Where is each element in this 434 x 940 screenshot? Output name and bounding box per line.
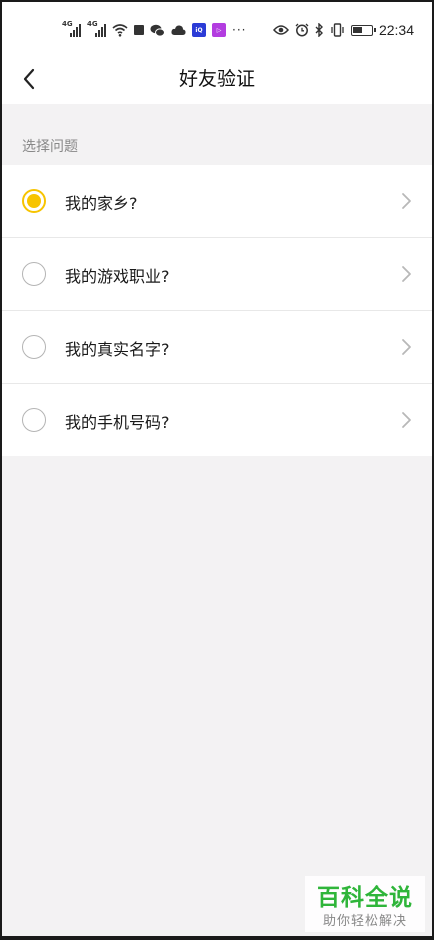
signal-icon: 4G [87, 20, 106, 37]
question-option[interactable]: 我的家乡? [2, 165, 432, 238]
question-label: 我的游戏职业? [65, 267, 170, 286]
chevron-right-icon [402, 339, 411, 355]
wifi-icon [112, 24, 128, 37]
bluetooth-icon [315, 23, 323, 37]
question-label: 我的手机号码? [65, 413, 170, 432]
chevron-right-icon [402, 266, 411, 282]
radio-button[interactable] [22, 262, 46, 286]
nav-bar: 好友验证 [2, 54, 432, 104]
question-label: 我的真实名字? [65, 340, 170, 359]
battery-level [352, 26, 363, 33]
status-bar: 4G 4G iQ ▷ ··· 22:34 [2, 2, 432, 54]
square-notification-icon [134, 25, 144, 35]
section-header: 选择问题 [22, 139, 78, 155]
screen-frame-bottom [0, 936, 434, 940]
cloud-icon [171, 25, 186, 35]
status-time: 22:34 [378, 22, 414, 38]
video-app-icon: ▷ [212, 23, 226, 37]
network-type-label: 4G [87, 20, 98, 28]
status-bar-left: 4G 4G iQ ▷ ··· [62, 20, 246, 40]
chevron-right-icon [402, 193, 411, 209]
page-title: 好友验证 [178, 68, 255, 90]
watermark-title: 百科全说 [317, 885, 413, 911]
radio-button-selected[interactable] [22, 189, 46, 213]
network-type-label: 4G [62, 20, 73, 28]
signal-icon: 4G [62, 20, 81, 37]
status-bar-right: 22:34 [272, 20, 414, 40]
screen-frame-left [0, 0, 2, 940]
battery-icon [350, 24, 376, 36]
app-box-icon: iQ [192, 23, 206, 37]
eye-icon [272, 25, 289, 35]
vibrate-icon [331, 23, 344, 37]
question-label: 我的家乡? [65, 194, 138, 213]
radio-button[interactable] [22, 335, 46, 359]
question-option[interactable]: 我的真实名字? [2, 311, 432, 384]
question-option[interactable]: 我的手机号码? [2, 384, 432, 456]
chevron-right-icon [402, 412, 411, 428]
alarm-icon [295, 23, 309, 37]
question-option[interactable]: 我的游戏职业? [2, 238, 432, 311]
wechat-icon [150, 24, 165, 37]
question-list: 我的家乡? 我的游戏职业? 我的真实名字? 我的手机号码? [2, 165, 432, 456]
more-notifications-label: ··· [232, 23, 247, 37]
watermark: 百科全说 助你轻松解决 [305, 876, 425, 932]
watermark-subtitle: 助你轻松解决 [322, 914, 407, 929]
radio-button[interactable] [22, 408, 46, 432]
